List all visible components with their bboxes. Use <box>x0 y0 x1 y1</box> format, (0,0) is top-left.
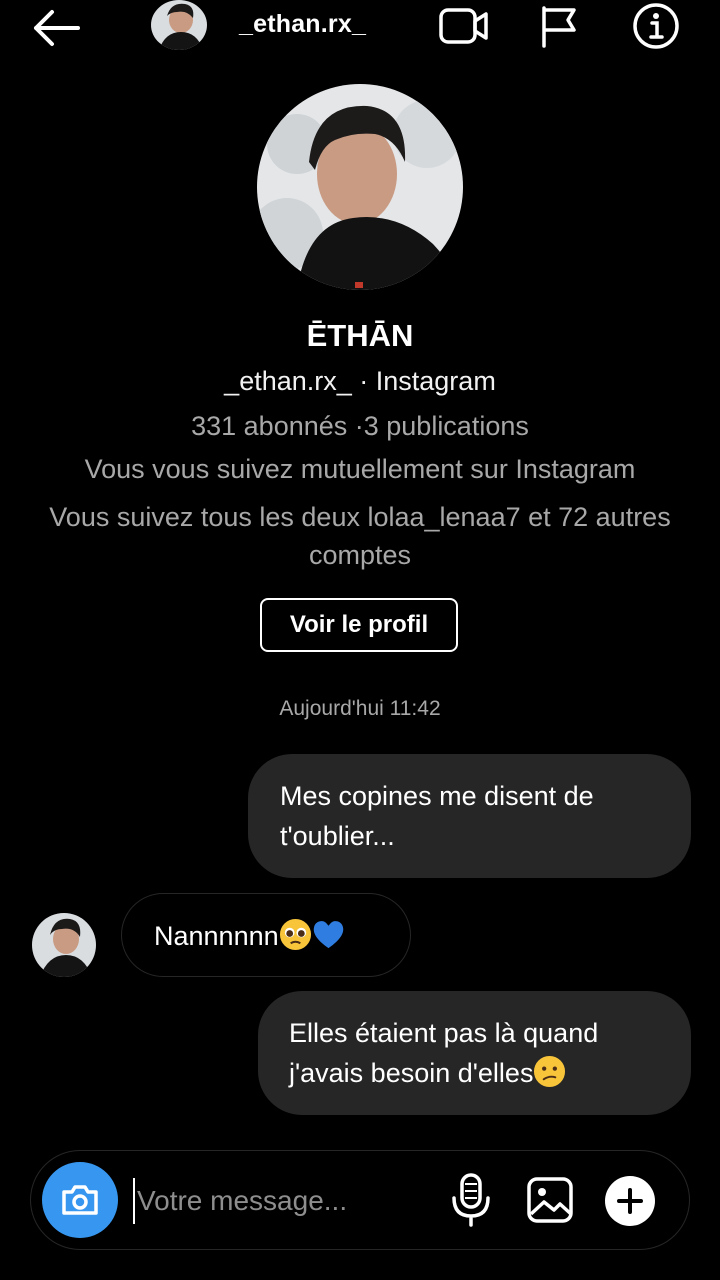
flag-icon <box>542 6 576 48</box>
gallery-button[interactable] <box>526 1176 574 1224</box>
arrow-left-icon <box>34 10 80 46</box>
message-timestamp: Aujourd'hui 11:42 <box>279 697 441 720</box>
plus-icon <box>617 1188 643 1214</box>
header-username[interactable]: _ethan.rx_ <box>239 10 366 39</box>
received-message[interactable]: Nannnnnn <box>121 893 411 977</box>
gallery-icon <box>527 1177 573 1223</box>
mutual-follow-text: Vous vous suivez mutuellement sur Instag… <box>84 454 636 484</box>
video-call-button[interactable] <box>438 6 490 46</box>
info-button[interactable] <box>632 2 680 50</box>
microphone-icon <box>452 1173 490 1227</box>
camera-button[interactable] <box>42 1162 118 1238</box>
voice-message-button[interactable] <box>449 1172 493 1228</box>
display-name: ĒTHĀN <box>306 318 414 353</box>
profile-avatar[interactable] <box>257 84 463 290</box>
username-line: _ethan.rx_ · Instagram <box>224 366 496 396</box>
chat-header: _ethan.rx_ <box>0 0 720 56</box>
profile-stats: 331 abonnés ·3 publications <box>191 411 529 441</box>
video-call-icon <box>439 8 488 44</box>
blue-heart-emoji <box>313 921 343 949</box>
info-icon <box>633 3 679 49</box>
pleading-face-emoji <box>279 918 311 951</box>
report-button[interactable] <box>538 4 582 48</box>
sent-message[interactable]: Elles étaient pas là quand j'avais besoi… <box>258 991 691 1115</box>
message-text: Nannnnnn <box>154 921 279 951</box>
view-profile-button[interactable]: Voir le profil <box>260 598 458 652</box>
confused-face-emoji <box>534 1055 566 1088</box>
message-text: Mes copines me disent de t'oublier... <box>280 781 594 851</box>
back-button[interactable] <box>30 8 82 48</box>
camera-icon <box>62 1185 98 1215</box>
header-avatar[interactable] <box>151 0 207 50</box>
more-options-button[interactable] <box>605 1176 655 1226</box>
sender-avatar[interactable] <box>32 913 96 977</box>
common-followers-text: Vous suivez tous les deux lolaa_lenaa7 e… <box>49 502 671 570</box>
message-input[interactable] <box>133 1178 439 1224</box>
sent-message[interactable]: Mes copines me disent de t'oublier... <box>248 754 691 878</box>
